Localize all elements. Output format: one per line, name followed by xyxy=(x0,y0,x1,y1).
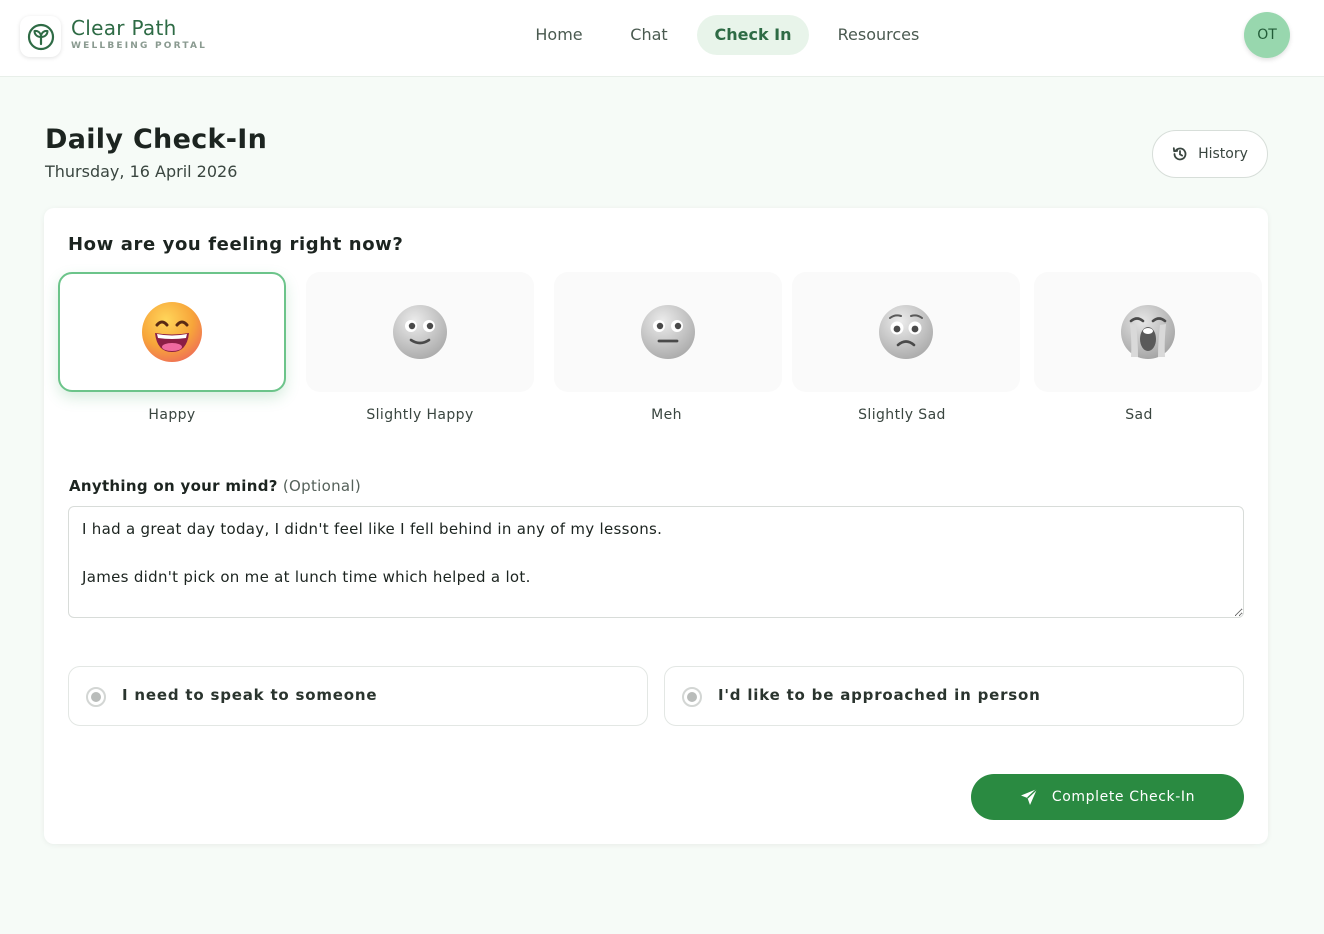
nav-check-in[interactable]: Check In xyxy=(697,15,809,55)
main-nav: Home Chat Check In Resources xyxy=(0,15,1324,55)
speak-to-someone-label: I need to speak to someone xyxy=(122,686,378,704)
history-label: History xyxy=(1198,146,1248,162)
complete-check-in-label: Complete Check-In xyxy=(1051,789,1196,805)
complete-check-in-button[interactable]: Complete Check-In xyxy=(971,774,1244,820)
history-icon xyxy=(1172,147,1187,161)
approached-in-person-label: I'd like to be approached in person xyxy=(718,686,1041,704)
notes-label: Anything on your mind? (Optional) xyxy=(69,477,361,495)
mood-option-happy[interactable] xyxy=(58,272,286,392)
grinning-face-icon xyxy=(142,302,202,362)
mood-label-sad: Sad xyxy=(1125,407,1153,423)
page-title: Daily Check-In xyxy=(45,124,268,155)
notes-textarea[interactable]: I had a great day today, I didn't feel l… xyxy=(68,506,1244,618)
neutral-face-icon xyxy=(641,305,695,359)
check-in-card: How are you feeling right now? Happy Sli… xyxy=(44,208,1268,844)
approached-in-person-option[interactable]: I'd like to be approached in person xyxy=(664,666,1244,726)
history-button[interactable]: History xyxy=(1152,130,1268,178)
mood-label-slightly-sad: Slightly Sad xyxy=(858,407,946,423)
mood-label-meh: Meh xyxy=(651,407,682,423)
nav-resources[interactable]: Resources xyxy=(820,15,937,55)
page-date: Thursday, 16 April 2026 xyxy=(45,162,238,181)
mood-option-slightly-happy[interactable] xyxy=(306,272,534,392)
mood-question: How are you feeling right now? xyxy=(68,234,404,255)
approached-in-person-radio[interactable] xyxy=(682,687,702,707)
mood-label-happy: Happy xyxy=(148,407,196,423)
mood-option-meh[interactable] xyxy=(554,272,782,392)
worried-face-icon xyxy=(879,305,933,359)
speak-to-someone-option[interactable]: I need to speak to someone xyxy=(68,666,648,726)
send-icon xyxy=(1020,788,1038,805)
crying-face-icon xyxy=(1121,305,1175,359)
mood-label-slightly-happy: Slightly Happy xyxy=(366,407,474,423)
user-avatar[interactable]: OT xyxy=(1244,12,1290,58)
nav-home[interactable]: Home xyxy=(518,15,600,55)
top-navigation-bar: Clear Path WELLBEING PORTAL Home Chat Ch… xyxy=(0,0,1324,77)
notes-label-main: Anything on your mind? xyxy=(69,477,278,495)
mood-option-sad[interactable] xyxy=(1034,272,1262,392)
mood-option-slightly-sad[interactable] xyxy=(792,272,1020,392)
notes-label-optional: (Optional) xyxy=(282,477,361,495)
speak-to-someone-radio[interactable] xyxy=(86,687,106,707)
slightly-smiling-face-icon xyxy=(393,305,447,359)
nav-chat[interactable]: Chat xyxy=(612,15,686,55)
